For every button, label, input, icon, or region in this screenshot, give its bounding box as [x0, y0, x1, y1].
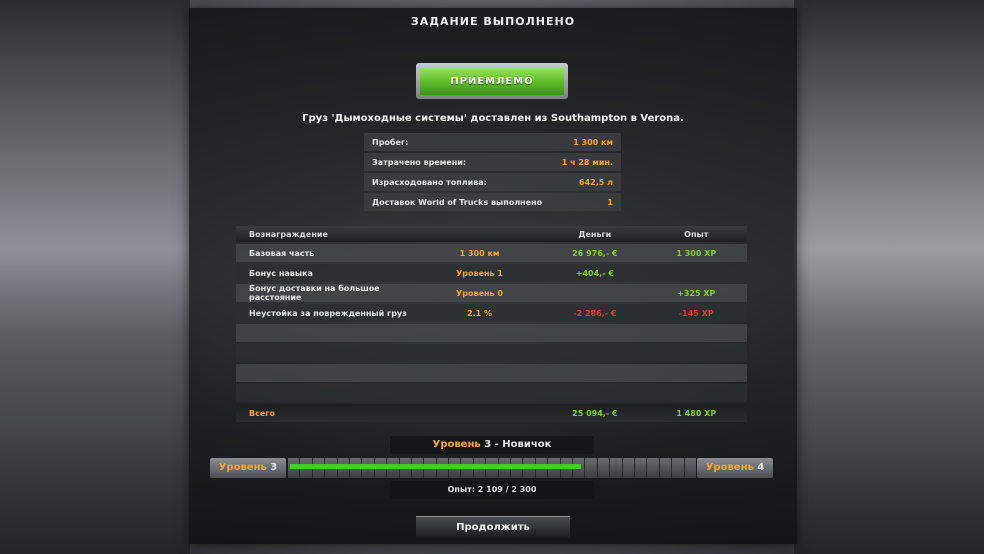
reward-detail: 2.1 % — [467, 308, 493, 318]
empty-row — [236, 384, 747, 402]
header-reward: Вознаграждение — [249, 229, 328, 239]
empty-row — [236, 324, 747, 342]
xp-counter: Опыт: 2 109 / 2 300 — [390, 481, 594, 499]
xp-segment — [585, 458, 597, 478]
current-level-word: Уровень — [218, 462, 267, 473]
header-money: Деньги — [578, 229, 612, 239]
background-left — [0, 0, 190, 554]
reward-name: Базовая часть — [249, 248, 315, 258]
stat-label: Израсходовано топлива: — [372, 177, 487, 187]
xp-segment — [597, 458, 610, 478]
empty-row — [236, 344, 747, 362]
stat-label: Затрачено времени: — [372, 157, 467, 167]
header-xp: Опыт — [684, 229, 709, 239]
reward-detail: 1 300 км — [459, 248, 500, 258]
rewards-header: Вознаграждение Деньги Опыт — [236, 226, 747, 242]
current-level-badge: Уровень 3 — [210, 458, 286, 478]
next-level-word: Уровень — [705, 462, 754, 473]
stat-row-wot: Доставок World of Trucks выполнено 1 — [364, 193, 621, 211]
stat-value: 1 300 км — [573, 137, 613, 147]
background-right — [794, 0, 984, 554]
reward-money: -2 286,- € — [573, 308, 617, 318]
xp-segment — [672, 458, 684, 478]
xp-progress-fill — [290, 464, 581, 469]
stat-value: 1 — [607, 197, 613, 207]
xp-segment — [634, 458, 647, 478]
cargo-summary: Груз 'Дымоходные системы' доставлен из S… — [302, 113, 684, 124]
xp-segment — [684, 458, 696, 478]
level-title-word: Уровень — [432, 439, 481, 450]
level-title-rank: - Новичок — [494, 439, 552, 450]
stat-row-time: Затрачено времени: 1 ч 28 мин. — [364, 153, 621, 171]
total-label: Всего — [249, 408, 275, 418]
next-level-badge: Уровень 4 — [697, 458, 773, 478]
reward-xp: -145 XP — [678, 308, 714, 318]
stat-value: 1 ч 28 мин. — [561, 157, 613, 167]
level-title-number: 3 — [484, 439, 492, 450]
panel-title: ЗАДАНИЕ ВЫПОЛНЕНО — [410, 15, 576, 28]
accept-button[interactable]: ПРИЕМЛЕМО — [420, 67, 564, 95]
reward-detail: Уровень 0 — [456, 288, 503, 298]
stat-value: 642,5 л — [579, 177, 613, 187]
total-row: Всего 25 094,- € 1 480 XP — [236, 404, 747, 422]
table-row: Базовая часть 1 300 км 26 976,- € 1 300 … — [236, 244, 747, 262]
stats-table: Пробег: 1 300 км Затрачено времени: 1 ч … — [364, 133, 621, 213]
table-row: Бонус доставки на большое расстояние Уро… — [236, 284, 747, 302]
reward-money: +404,- € — [575, 268, 614, 278]
total-money: 25 094,- € — [572, 408, 618, 418]
level-title: Уровень 3 - Новичок — [390, 436, 594, 454]
xp-segment — [659, 458, 672, 478]
table-row: Бонус навыка Уровень 1 +404,- € — [236, 264, 747, 282]
continue-button[interactable]: Продолжить — [416, 516, 570, 538]
total-xp: 1 480 XP — [676, 408, 717, 418]
xp-segment — [622, 458, 634, 478]
next-level-number: 4 — [757, 462, 765, 473]
stat-row-fuel: Израсходовано топлива: 642,5 л — [364, 173, 621, 191]
xp-segment — [610, 458, 622, 478]
reward-detail: Уровень 1 — [456, 268, 503, 278]
reward-name: Неустойка за поврежденный груз — [249, 308, 407, 318]
stat-label: Доставок World of Trucks выполнено — [372, 197, 543, 207]
accept-button-frame: ПРИЕМЛЕМО — [416, 63, 568, 99]
stat-row-distance: Пробег: 1 300 км — [364, 133, 621, 151]
reward-money: 26 976,- € — [572, 248, 618, 258]
rewards-table: Вознаграждение Деньги Опыт Базовая часть… — [236, 226, 747, 422]
empty-row — [236, 364, 747, 382]
reward-name: Бонус навыка — [249, 268, 313, 278]
table-row: Неустойка за поврежденный груз 2.1 % -2 … — [236, 304, 747, 322]
xp-segment — [647, 458, 659, 478]
reward-xp: 1 300 XP — [676, 248, 717, 258]
reward-name: Бонус доставки на большое расстояние — [249, 284, 380, 302]
stat-label: Пробег: — [372, 137, 409, 147]
current-level-number: 3 — [270, 462, 278, 473]
reward-xp: +325 XP — [677, 288, 716, 298]
